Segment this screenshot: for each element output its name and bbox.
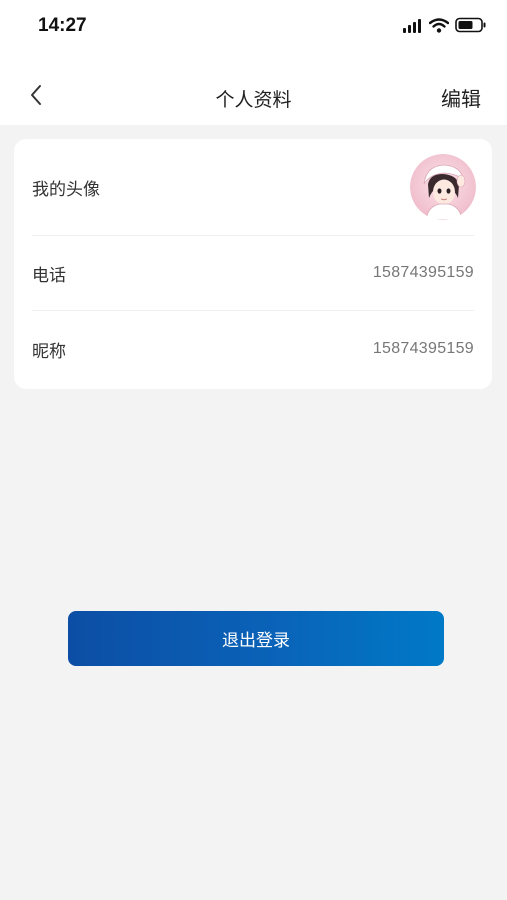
battery-icon: [455, 17, 487, 37]
phone-label: 电话: [32, 265, 66, 286]
avatar-label: 我的头像: [32, 179, 100, 200]
phone-value: 15874395159: [372, 264, 474, 281]
wifi-icon: [428, 17, 450, 37]
edit-button[interactable]: 编辑: [441, 83, 481, 112]
avatar[interactable]: [410, 154, 476, 220]
status-icons: [403, 16, 487, 38]
logout-button[interactable]: 退出登录: [68, 611, 444, 666]
nav-bar: 个人资料 编辑: [0, 52, 507, 125]
signal-icon: [403, 18, 423, 37]
page-title: 个人资料: [215, 89, 292, 111]
status-time: 14:27: [38, 15, 87, 36]
nickname-value: 15874395159: [372, 340, 474, 357]
nickname-label: 昵称: [32, 341, 66, 362]
avatar-row[interactable]: 我的头像: [32, 139, 476, 236]
profile-card: 我的头像 电话 15874395159 昵称 15874395159: [14, 139, 492, 389]
status-bar: 14:27: [0, 0, 507, 52]
phone-row[interactable]: 电话 15874395159: [32, 236, 474, 311]
nickname-row[interactable]: 昵称 15874395159: [32, 311, 474, 387]
